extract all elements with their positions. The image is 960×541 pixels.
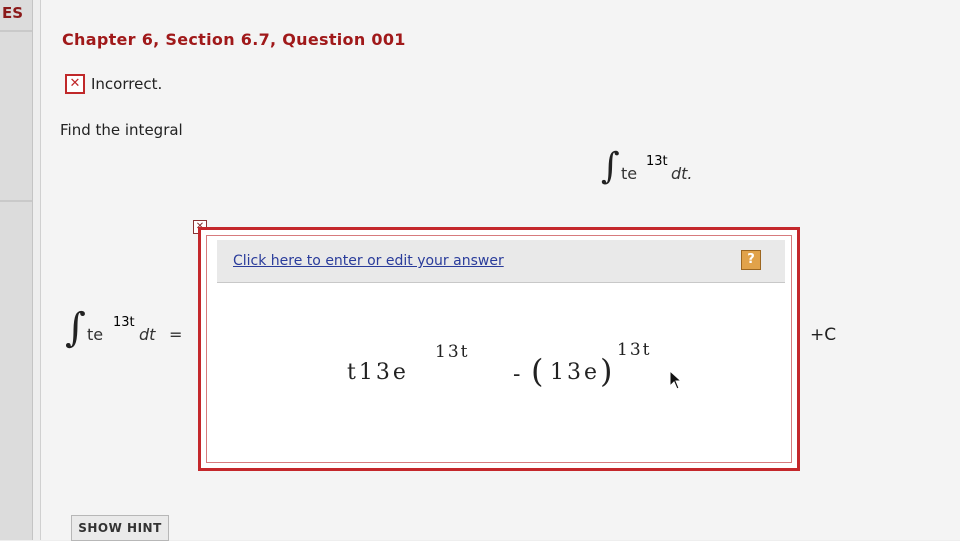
editor-toolbar: Click here to enter or edit your answer … bbox=[217, 240, 785, 283]
sidebar-divider bbox=[0, 30, 32, 32]
question-prompt: Find the integral bbox=[60, 121, 183, 139]
show-hint-button[interactable]: SHOW HINT bbox=[71, 515, 169, 541]
paren-close: ) bbox=[600, 352, 613, 390]
integrand-exponent: 13t bbox=[113, 315, 135, 330]
integrand-base: te bbox=[621, 164, 638, 183]
sidebar-divider bbox=[0, 200, 32, 202]
question-panel: Chapter 6, Section 6.7, Question 001 ✕ I… bbox=[40, 0, 960, 541]
integral-symbol: ∫ bbox=[65, 305, 86, 351]
sidebar-tab-fragment[interactable]: ES bbox=[2, 4, 23, 22]
x-icon: ✕ bbox=[65, 74, 85, 94]
integral-symbol: ∫ bbox=[601, 146, 620, 187]
integrand-base: te bbox=[87, 325, 104, 344]
integrand-exponent: 13t bbox=[646, 154, 668, 169]
answer-inner-frame: Click here to enter or edit your answer … bbox=[206, 235, 792, 463]
left-sidebar: ES bbox=[0, 0, 33, 540]
help-icon[interactable]: ? bbox=[741, 250, 761, 270]
paren-open: ( bbox=[531, 352, 544, 390]
integral-display: ∫ te 13t dt. bbox=[601, 146, 721, 198]
expr-term-2: 13e bbox=[550, 360, 601, 385]
screen: ES Chapter 6, Section 6.7, Question 001 … bbox=[0, 0, 960, 541]
minus-sign: - bbox=[513, 362, 521, 387]
expr-term-2-exponent: 13t bbox=[617, 340, 652, 360]
expr-term-1: t13e bbox=[347, 360, 409, 385]
status-row: ✕ Incorrect. bbox=[65, 74, 162, 94]
expr-term-1-exponent: 13t bbox=[435, 342, 470, 362]
edit-answer-link[interactable]: Click here to enter or edit your answer bbox=[233, 253, 504, 269]
integrand-differential: dt bbox=[139, 325, 156, 344]
integrand-differential: dt. bbox=[671, 164, 693, 183]
equals-sign: = bbox=[169, 325, 183, 344]
answer-expression: t13e 13t - ( 13e ) 13t bbox=[347, 336, 687, 416]
question-title: Chapter 6, Section 6.7, Question 001 bbox=[62, 30, 406, 49]
mouse-pointer-icon bbox=[669, 370, 683, 390]
answer-lhs: ∫ te 13t dt = bbox=[65, 305, 205, 365]
constant-of-integration: +C bbox=[810, 325, 837, 345]
answer-box[interactable]: Click here to enter or edit your answer … bbox=[198, 227, 800, 471]
status-text: Incorrect. bbox=[91, 75, 163, 93]
